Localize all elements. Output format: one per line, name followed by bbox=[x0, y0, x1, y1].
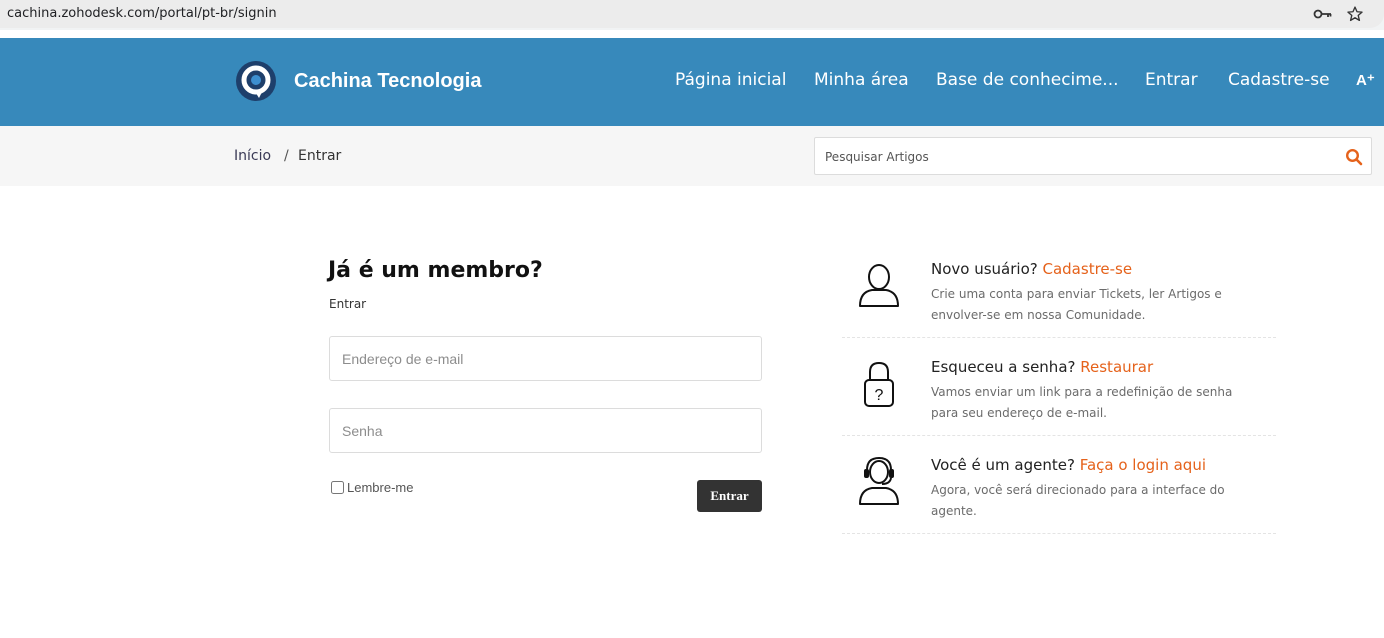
info-description: Crie uma conta para enviar Tickets, ler … bbox=[931, 287, 1222, 322]
brand-name[interactable]: Cachina Tecnologia bbox=[294, 70, 481, 93]
info-item-forgot-password: ? Esqueceu a senha? Restaurar Vamos envi… bbox=[842, 338, 1276, 436]
company-logo[interactable] bbox=[235, 60, 277, 102]
restore-password-link[interactable]: Restaurar bbox=[1080, 358, 1153, 376]
breadcrumb-home[interactable]: Início bbox=[234, 148, 271, 164]
info-question: Você é um agente? bbox=[931, 456, 1075, 474]
sign-up-link[interactable]: Cadastre-se bbox=[1043, 260, 1133, 278]
nav-knowledge-base[interactable]: Base de conhecime... bbox=[936, 70, 1119, 90]
svg-text:?: ? bbox=[875, 387, 884, 404]
agent-login-link[interactable]: Faça o login aqui bbox=[1080, 456, 1206, 474]
info-question: Novo usuário? bbox=[931, 260, 1038, 278]
user-icon bbox=[859, 264, 899, 307]
info-item-agent: Você é um agente? Faça o login aqui Agor… bbox=[842, 436, 1276, 534]
article-search bbox=[814, 137, 1372, 175]
info-description: Vamos enviar um link para a redefinição … bbox=[931, 385, 1233, 420]
search-input[interactable] bbox=[825, 147, 1325, 167]
info-item-new-user: Novo usuário? Cadastre-se Crie uma conta… bbox=[842, 240, 1276, 338]
breadcrumb-current: Entrar bbox=[298, 148, 342, 164]
url-field[interactable]: cachina.zohodesk.com/portal/pt-br/signin bbox=[0, 0, 1384, 28]
accessibility-icon[interactable]: A⁺ bbox=[1356, 71, 1375, 89]
email-field[interactable] bbox=[329, 336, 762, 381]
info-description: Agora, você será direcionado para a inte… bbox=[931, 483, 1225, 518]
info-title: Você é um agente? Faça o login aqui bbox=[931, 456, 1206, 474]
key-icon[interactable] bbox=[1313, 6, 1333, 22]
info-title: Esqueceu a senha? Restaurar bbox=[931, 358, 1153, 376]
login-subtitle: Entrar bbox=[329, 297, 367, 311]
url-text: cachina.zohodesk.com/portal/pt-br/signin bbox=[7, 6, 277, 21]
lock-icon: ? bbox=[864, 361, 894, 407]
remember-me-label: Lembre-me bbox=[347, 480, 414, 495]
breadcrumb-separator: / bbox=[284, 148, 289, 164]
login-title: Já é um membro? bbox=[328, 258, 543, 283]
info-question: Esqueceu a senha? bbox=[931, 358, 1076, 376]
browser-address-bar: cachina.zohodesk.com/portal/pt-br/signin bbox=[0, 0, 1384, 30]
remember-me[interactable]: Lembre-me bbox=[331, 480, 413, 495]
sign-in-button[interactable]: Entrar bbox=[697, 480, 762, 512]
star-icon[interactable] bbox=[1346, 5, 1364, 23]
nav-home[interactable]: Página inicial bbox=[675, 70, 786, 90]
breadcrumb-bar: Início / Entrar bbox=[0, 126, 1384, 186]
remember-me-checkbox[interactable] bbox=[331, 481, 344, 494]
site-header: Cachina Tecnologia Página inicial Minha … bbox=[0, 38, 1384, 126]
search-icon[interactable] bbox=[1345, 148, 1363, 166]
info-title: Novo usuário? Cadastre-se bbox=[931, 260, 1132, 278]
headset-agent-icon bbox=[859, 456, 899, 505]
password-field[interactable] bbox=[329, 408, 762, 453]
nav-sign-up[interactable]: Cadastre-se bbox=[1228, 70, 1330, 90]
nav-my-area[interactable]: Minha área bbox=[814, 70, 909, 90]
nav-sign-in[interactable]: Entrar bbox=[1145, 70, 1198, 90]
